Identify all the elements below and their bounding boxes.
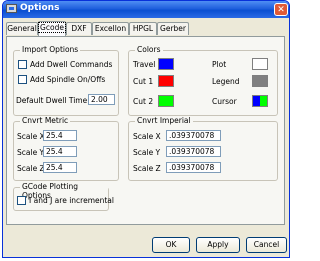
cut2-color-swatch[interactable]	[158, 95, 174, 107]
imperial-scale-z-input[interactable]: .039370078	[166, 162, 221, 173]
legend-color-swatch[interactable]	[252, 75, 268, 87]
tab-excellon-label: Excellon	[94, 24, 127, 33]
cursor-color-swatch[interactable]	[252, 95, 268, 107]
imperial-scale-y-input[interactable]: .039370078	[166, 146, 221, 157]
ok-button[interactable]: OK	[152, 237, 190, 253]
tab-gerber-label: Gerber	[160, 24, 186, 33]
ij-incremental-checkbox[interactable]	[17, 196, 26, 205]
tab-gcode[interactable]: Gcode	[38, 21, 66, 36]
travel-color-swatch[interactable]	[158, 58, 174, 70]
default-dwell-input[interactable]: 2.00	[88, 94, 115, 105]
imperial-scale-z-label: Scale Z	[133, 164, 161, 173]
add-dwell-checkbox[interactable]	[18, 60, 27, 69]
cut1-label: Cut 1	[133, 77, 154, 86]
cnvrt-metric-title: Cnvrt Metric	[20, 116, 71, 125]
imperial-scale-y-label: Scale Y	[133, 148, 161, 157]
metric-scale-y-input[interactable]: 25.4	[43, 146, 77, 157]
cnvrt-imperial-title: Cnvrt Imperial	[135, 116, 193, 125]
tab-dxf-label: DXF	[71, 24, 87, 33]
tab-excellon[interactable]: Excellon	[92, 22, 129, 35]
default-dwell-label: Default Dwell Time	[16, 96, 88, 105]
tab-dxf[interactable]: DXF	[66, 22, 92, 35]
window-title: Options	[20, 3, 60, 13]
tab-general-label: General	[7, 24, 37, 33]
tab-gcode-label: Gcode	[38, 22, 66, 33]
add-spindle-label: Add Spindle On/Offs	[30, 75, 106, 84]
plot-color-swatch[interactable]	[252, 58, 268, 70]
add-spindle-checkbox[interactable]	[18, 75, 27, 84]
tab-gerber[interactable]: Gerber	[157, 22, 189, 35]
colors-title: Colors	[135, 45, 163, 54]
app-icon	[6, 4, 17, 13]
import-options-title: Import Options	[20, 45, 81, 54]
tab-general[interactable]: General	[6, 22, 38, 35]
close-button[interactable]: ✕	[274, 3, 288, 16]
cancel-button[interactable]: Cancel	[246, 237, 287, 253]
cursor-label: Cursor	[212, 97, 237, 106]
apply-button[interactable]: Apply	[196, 237, 240, 253]
metric-scale-x-label: Scale X	[17, 132, 45, 141]
travel-label: Travel	[133, 60, 156, 69]
metric-scale-y-label: Scale Y	[17, 148, 45, 157]
plot-label: Plot	[212, 60, 227, 69]
legend-label: Legend	[212, 77, 240, 86]
metric-scale-z-input[interactable]: 25.4	[43, 162, 77, 173]
cut1-color-swatch[interactable]	[158, 75, 174, 87]
tab-hpgl[interactable]: HPGL	[129, 22, 157, 35]
tab-hpgl-label: HPGL	[132, 24, 154, 33]
cut2-label: Cut 2	[133, 97, 154, 106]
metric-scale-x-input[interactable]: 25.4	[43, 130, 77, 141]
metric-scale-z-label: Scale Z	[17, 164, 45, 173]
add-dwell-label: Add Dwell Commands	[30, 60, 113, 69]
imperial-scale-x-input[interactable]: .039370078	[166, 130, 221, 141]
imperial-scale-x-label: Scale X	[133, 132, 161, 141]
ij-incremental-label: I and J are incremental	[29, 196, 114, 205]
